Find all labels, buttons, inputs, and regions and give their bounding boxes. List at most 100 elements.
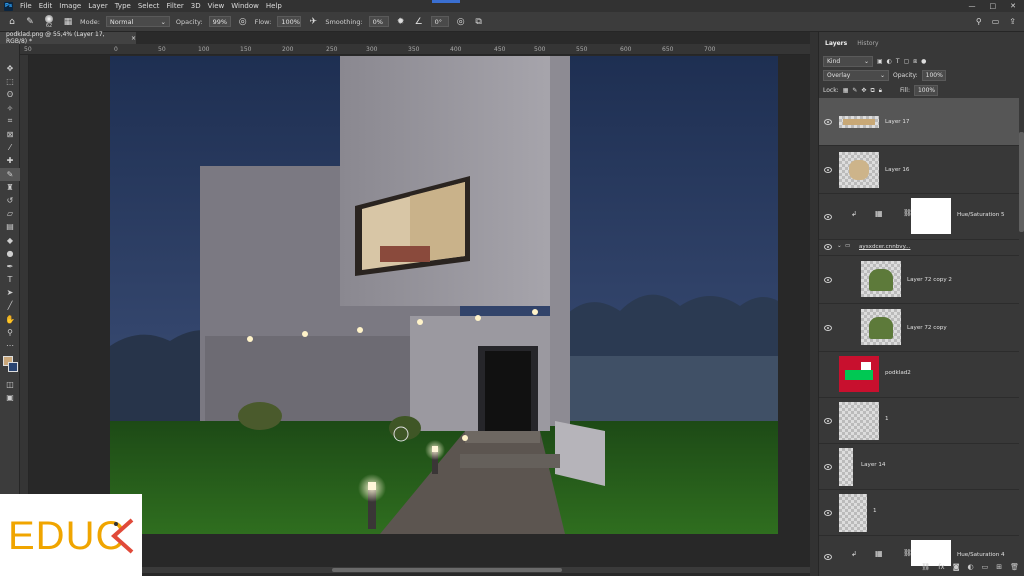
dodge-tool-icon[interactable]: ● [0, 247, 20, 260]
home-icon[interactable]: ⌂ [6, 16, 18, 28]
lock-artboard-icon[interactable]: ⧉ [870, 87, 874, 95]
photoshop-logo[interactable]: Ps [4, 1, 13, 11]
brush-settings-icon[interactable]: ▦ [62, 16, 74, 28]
angle-field[interactable]: 0° [430, 16, 449, 27]
maximize-icon[interactable]: □ [990, 2, 997, 10]
layer-row[interactable]: ↲ ▦ ⛓ Hue/Saturation 5 [819, 194, 1019, 240]
screen-mode-icon[interactable]: ▣ [0, 391, 20, 404]
menu-3d[interactable]: 3D [191, 2, 201, 10]
smoothing-field[interactable]: 0% [368, 16, 389, 27]
brush-preset-picker[interactable]: 62 [42, 14, 56, 29]
layer-row[interactable]: Layer 16 [819, 146, 1019, 194]
minimize-icon[interactable]: — [969, 2, 976, 10]
layer-opacity-field[interactable]: 100% [921, 70, 946, 81]
visibility-eye-icon[interactable] [824, 418, 832, 424]
gradient-tool-icon[interactable]: ▤ [0, 220, 20, 233]
kind-filter-dropdown[interactable]: Kind ⌄ [823, 56, 873, 67]
brush-tool-active-icon[interactable]: ✎ [0, 167, 20, 181]
layer-row[interactable]: 1 [819, 398, 1019, 444]
menu-type[interactable]: Type [115, 2, 131, 10]
visibility-eye-icon[interactable] [824, 244, 832, 250]
link-layers-icon[interactable]: ⛓ [921, 563, 930, 571]
menu-file[interactable]: File [20, 2, 32, 10]
zoom-tool-icon[interactable]: ⚲ [0, 326, 20, 339]
crop-tool-icon[interactable]: ⌗ [0, 115, 20, 128]
path-selection-tool-icon[interactable]: ➤ [0, 286, 20, 299]
healing-brush-tool-icon[interactable]: ✚ [0, 154, 20, 167]
panel-scrollbar[interactable] [1019, 132, 1024, 232]
filter-toggle-icon[interactable]: ● [921, 58, 926, 65]
mode-dropdown[interactable]: Normal ⌄ [105, 16, 170, 27]
new-group-icon[interactable]: ▭ [982, 563, 989, 571]
brush-tool-icon[interactable]: ✎ [24, 16, 36, 28]
tab-history[interactable]: History [853, 38, 882, 50]
add-mask-icon[interactable]: ◙ [953, 563, 960, 571]
lock-position-icon[interactable]: ✥ [861, 87, 866, 94]
pixel-filter-icon[interactable]: ▣ [877, 58, 883, 65]
gear-icon[interactable]: ✹ [395, 16, 407, 28]
horizontal-scrollbar[interactable] [142, 567, 812, 573]
opacity-field[interactable]: 99% [208, 16, 231, 27]
fill-field[interactable]: 100% [913, 85, 938, 96]
eraser-tool-icon[interactable]: ▱ [0, 207, 20, 220]
menu-view[interactable]: View [208, 2, 225, 10]
visibility-eye-icon[interactable] [824, 464, 832, 470]
layer-row[interactable]: Layer 72 copy [819, 304, 1019, 352]
visibility-eye-icon[interactable] [824, 277, 832, 283]
close-tab-icon[interactable]: × [131, 35, 136, 42]
frame-tool-icon[interactable]: ⊠ [0, 128, 20, 141]
adjustment-filter-icon[interactable]: ◐ [887, 58, 892, 65]
eyedropper-tool-icon[interactable]: ⁄ [0, 141, 20, 154]
airbrush-icon[interactable]: ✈ [307, 16, 319, 28]
color-swatches[interactable] [0, 352, 19, 378]
pressure-opacity-icon[interactable]: ◎ [237, 16, 249, 28]
workspace-icon[interactable]: ▭ [992, 17, 1000, 26]
quick-mask-icon[interactable]: ◫ [0, 378, 20, 391]
lock-all-icon[interactable]: 🔒︎ [879, 87, 882, 95]
marquee-tool-icon[interactable]: ⬚ [0, 75, 20, 88]
hand-tool-icon[interactable]: ✋ [0, 313, 20, 326]
shape-filter-icon[interactable]: ▢ [904, 58, 910, 65]
adjustment-layer-icon[interactable]: ◐ [968, 563, 974, 571]
menu-image[interactable]: Image [59, 2, 81, 10]
menu-filter[interactable]: Filter [166, 2, 183, 10]
lock-pixels-icon[interactable]: ▦ [843, 87, 849, 94]
menu-select[interactable]: Select [138, 2, 160, 10]
pressure-size-icon[interactable]: ◎ [455, 16, 467, 28]
layers-list[interactable]: Layer 17 Layer 16 ↲ ▦ ⛓ Hue/Saturation 5… [819, 98, 1019, 566]
layer-row[interactable]: Layer 72 copy 2 [819, 256, 1019, 304]
move-tool-icon[interactable]: ✥ [0, 62, 20, 75]
scrollbar-thumb[interactable] [332, 568, 562, 572]
menu-layer[interactable]: Layer [88, 2, 108, 10]
layer-row[interactable]: podklad2 [819, 352, 1019, 398]
smart-filter-icon[interactable]: ⧈ [913, 58, 917, 66]
lock-paint-icon[interactable]: ✎ [852, 87, 857, 94]
history-brush-tool-icon[interactable]: ↺ [0, 194, 20, 207]
layer-row[interactable]: 1 [819, 490, 1019, 536]
background-color[interactable] [8, 362, 18, 373]
more-tools-icon[interactable]: ⋯ [0, 339, 20, 352]
trash-icon[interactable]: 🗑︎ [1010, 563, 1019, 571]
menu-help[interactable]: Help [266, 2, 282, 10]
visibility-eye-icon[interactable] [824, 325, 832, 331]
symmetry-icon[interactable]: ⧉ [473, 16, 485, 28]
visibility-eye-icon[interactable] [824, 119, 832, 125]
lasso-tool-icon[interactable]: ʘ [0, 88, 20, 101]
document-tab[interactable]: podklad.png @ 55,4% (Layer 17, RGB/8) * … [0, 31, 136, 45]
blend-mode-dropdown[interactable]: Overlay ⌄ [823, 70, 889, 81]
line-tool-icon[interactable]: ╱ [0, 299, 20, 312]
menu-edit[interactable]: Edit [39, 2, 53, 10]
clone-stamp-tool-icon[interactable]: ♜ [0, 181, 20, 194]
layer-row[interactable]: Layer 14 [819, 444, 1019, 490]
chevron-down-icon[interactable]: ⌄ [837, 243, 842, 249]
new-layer-icon[interactable]: ⊞ [996, 563, 1002, 571]
fx-icon[interactable]: fx [938, 563, 945, 571]
document-canvas[interactable] [110, 56, 778, 534]
layer-group-row[interactable]: ⌄ ▭ aysxdcer.cnnbvy... [819, 240, 1019, 256]
pen-tool-icon[interactable]: ✒ [0, 260, 20, 273]
tab-layers[interactable]: Layers [821, 38, 851, 50]
close-window-icon[interactable]: ✕ [1010, 2, 1016, 10]
flow-field[interactable]: 100% [277, 16, 302, 27]
blur-tool-icon[interactable]: ◆ [0, 233, 20, 246]
type-tool-icon[interactable]: T [0, 273, 20, 286]
